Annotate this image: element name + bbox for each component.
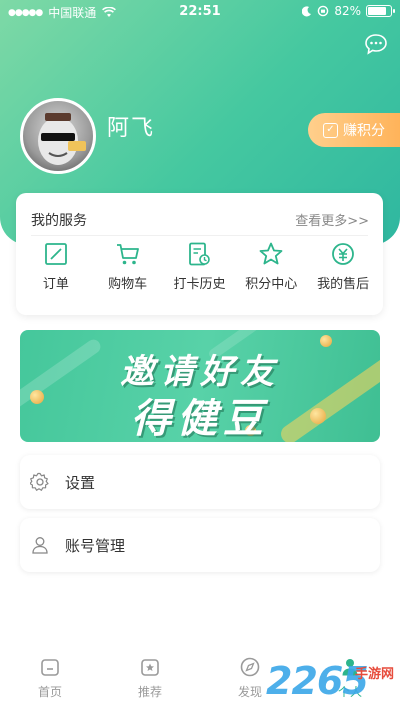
service-points-center[interactable]: 积分中心	[237, 241, 305, 301]
order-icon	[44, 243, 67, 265]
star-icon	[259, 242, 283, 265]
service-label: 我的售后	[317, 277, 370, 292]
cart-icon	[116, 244, 139, 265]
checkbox-icon: ✓	[323, 122, 338, 138]
avatar-image	[38, 113, 86, 165]
avatar[interactable]	[20, 98, 96, 174]
account-management-label: 账号管理	[65, 536, 126, 555]
status-bar: ●●●●● 中国联通 22:51 82%	[0, 0, 400, 24]
battery-icon	[366, 5, 395, 17]
tab-label: 首页	[37, 685, 62, 699]
tab-label: 发现	[237, 685, 262, 699]
after-sales-icon	[332, 243, 354, 265]
service-label: 打卡历史	[173, 277, 226, 292]
service-label: 积分中心	[245, 277, 298, 292]
account-management-row[interactable]: 账号管理	[20, 518, 380, 572]
service-label: 购物车	[108, 277, 148, 292]
watermark-text: 手游网	[354, 667, 394, 682]
battery-percent: 82%	[334, 4, 361, 18]
services-title: 我的服务	[31, 213, 87, 229]
settings-row[interactable]: 设置	[20, 455, 380, 509]
checkin-history-icon	[189, 242, 211, 266]
watermark-number: 2265	[266, 659, 369, 703]
service-label: 订单	[42, 277, 69, 292]
moon-icon	[302, 5, 312, 16]
watermark-logo: 2265 手游网	[266, 655, 394, 705]
earn-points-label: 赚积分	[343, 123, 385, 139]
service-order[interactable]: 订单	[22, 241, 90, 301]
user-icon	[32, 537, 48, 554]
settings-label: 设置	[65, 473, 96, 492]
tab-home[interactable]: 首页	[0, 650, 100, 710]
username: 阿飞	[107, 116, 156, 141]
tab-recommend[interactable]: 推荐	[100, 650, 200, 710]
rotation-lock-icon	[318, 5, 329, 17]
chat-icon[interactable]	[364, 33, 388, 55]
gear-icon	[30, 472, 49, 491]
earn-points-button[interactable]: ✓ 赚积分	[308, 113, 400, 147]
home-icon	[41, 659, 59, 676]
services-card: 我的服务 查看更多>> 订单 购物车 打卡历史 积分中心 我的售后	[16, 193, 383, 315]
service-checkin-history[interactable]: 打卡历史	[165, 241, 233, 301]
invite-banner[interactable]: 邀请好友 得健豆	[20, 330, 380, 442]
service-after-sales[interactable]: 我的售后	[309, 241, 377, 301]
divider	[31, 235, 368, 236]
recommend-icon	[141, 659, 159, 676]
banner-subtitle: 得健豆	[131, 396, 269, 442]
view-more-link[interactable]: 查看更多>>	[295, 210, 369, 229]
compass-icon	[240, 657, 260, 677]
service-cart[interactable]: 购物车	[94, 241, 162, 301]
tab-label: 推荐	[137, 685, 162, 699]
